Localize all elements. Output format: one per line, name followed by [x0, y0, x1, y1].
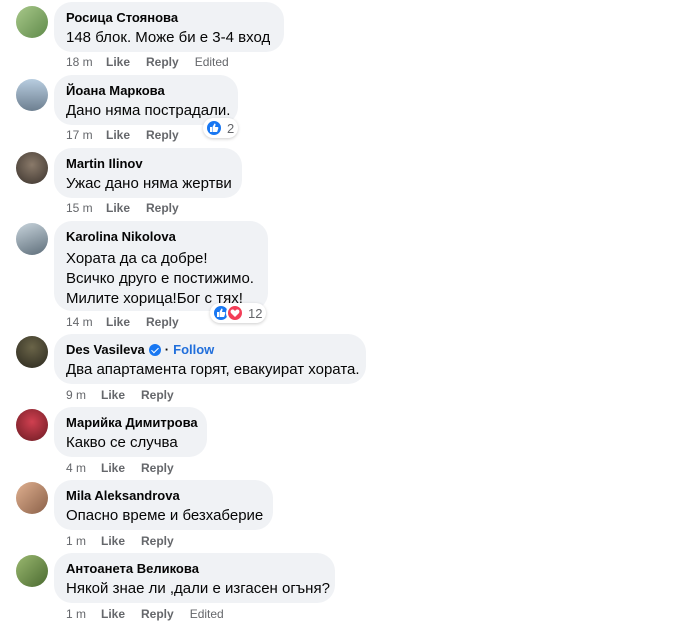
comment-author-row: Des Vasileva · Follow — [66, 342, 354, 358]
comment-text: Всичко друго е постижимо. — [66, 270, 254, 287]
reply-button[interactable]: Reply — [141, 606, 174, 622]
separator-dot: · — [164, 342, 170, 357]
comment-actions: 1 m Like Reply Edited — [66, 606, 224, 622]
avatar[interactable] — [16, 223, 48, 255]
comment-text: Някой знае ли ,дали е изгасен огъня? — [66, 580, 330, 597]
reply-button[interactable]: Reply — [146, 54, 179, 70]
comment-text: Какво се случва — [66, 434, 178, 451]
like-reaction-icon — [205, 119, 223, 137]
reaction-summary[interactable]: 12 — [210, 303, 267, 323]
like-button[interactable]: Like — [101, 460, 125, 476]
comment-time[interactable]: 14 m — [66, 314, 106, 330]
edited-label[interactable]: Edited — [195, 54, 229, 70]
reply-button[interactable]: Reply — [146, 127, 179, 143]
avatar[interactable] — [16, 152, 48, 184]
reply-button[interactable]: Reply — [141, 460, 174, 476]
avatar[interactable] — [16, 409, 48, 441]
comment-bubble: Марийка Димитрова Какво се случва — [54, 407, 207, 457]
comment-bubble: Mila Aleksandrova Опасно време и безхабе… — [54, 480, 273, 530]
comment-actions: 18 m Like Reply Edited — [66, 54, 229, 70]
comment-author[interactable]: Mila Aleksandrova — [66, 488, 261, 504]
like-button[interactable]: Like — [101, 606, 125, 622]
reply-button[interactable]: Reply — [141, 387, 174, 403]
comment-author[interactable]: Йоана Маркова — [66, 83, 226, 99]
comment-bubble: Росица Стоянова 148 блок. Може би е 3-4 … — [54, 2, 284, 52]
comment-author[interactable]: Des Vasileva — [66, 342, 145, 358]
comment-text: Опасно време и безхаберие — [66, 507, 264, 524]
avatar[interactable] — [16, 482, 48, 514]
verified-badge-icon — [148, 344, 161, 356]
comment-author[interactable]: Росица Стоянова — [66, 10, 272, 26]
like-button[interactable]: Like — [101, 387, 125, 403]
reaction-summary[interactable]: 2 — [203, 118, 239, 138]
comment-time[interactable]: 1 m — [66, 533, 101, 549]
comment-text: Ужас дано няма жертви — [66, 175, 232, 192]
reply-button[interactable]: Reply — [146, 314, 179, 330]
avatar[interactable] — [16, 6, 48, 38]
reaction-count: 12 — [248, 305, 263, 321]
love-reaction-icon — [226, 304, 244, 322]
like-button[interactable]: Like — [101, 533, 125, 549]
comment-text: Два апартамента горят, евакуират хората. — [66, 361, 360, 378]
comment-time[interactable]: 15 m — [66, 200, 106, 216]
comment-actions: 4 m Like Reply — [66, 460, 190, 476]
like-button[interactable]: Like — [106, 314, 130, 330]
comment-time[interactable]: 9 m — [66, 387, 101, 403]
reply-button[interactable]: Reply — [146, 200, 179, 216]
avatar[interactable] — [16, 79, 48, 111]
comment-time[interactable]: 18 m — [66, 54, 106, 70]
comment-time[interactable]: 1 m — [66, 606, 101, 622]
reply-button[interactable]: Reply — [141, 533, 174, 549]
like-button[interactable]: Like — [106, 200, 130, 216]
like-button[interactable]: Like — [106, 54, 130, 70]
comment-text: Хората да са добре! — [66, 250, 208, 267]
comment-bubble: Martin Ilinov Ужас дано няма жертви — [54, 148, 242, 198]
comment-text: 148 блок. Може би е 3-4 вход — [66, 29, 271, 46]
comment-author[interactable]: Martin Ilinov — [66, 156, 230, 172]
comment-actions: 14 m Like Reply — [66, 314, 195, 330]
comment-author[interactable]: Антоанета Великова — [66, 561, 323, 577]
comment-actions: 15 m Like Reply — [66, 200, 195, 216]
reaction-count: 2 — [227, 120, 235, 136]
follow-button[interactable]: Follow — [173, 342, 214, 358]
comment-text: Дано няма пострадали. — [66, 102, 231, 119]
avatar[interactable] — [16, 336, 48, 368]
comment-bubble: Антоанета Великова Някой знае ли ,дали е… — [54, 553, 335, 603]
comment-bubble: Karolina Nikolova Хората да са добре! Вс… — [54, 221, 268, 311]
avatar[interactable] — [16, 555, 48, 587]
edited-label[interactable]: Edited — [190, 606, 224, 622]
like-button[interactable]: Like — [106, 127, 130, 143]
comment-actions: 9 m Like Reply — [66, 387, 190, 403]
comment-time[interactable]: 4 m — [66, 460, 101, 476]
comment-author[interactable]: Марийка Димитрова — [66, 415, 198, 431]
comment-actions: 17 m Like Reply — [66, 127, 195, 143]
comment-author[interactable]: Karolina Nikolova — [66, 229, 256, 245]
comment-actions: 1 m Like Reply — [66, 533, 190, 549]
comment-bubble: Des Vasileva · Follow Два апартамента го… — [54, 334, 366, 384]
comment-time[interactable]: 17 m — [66, 127, 106, 143]
